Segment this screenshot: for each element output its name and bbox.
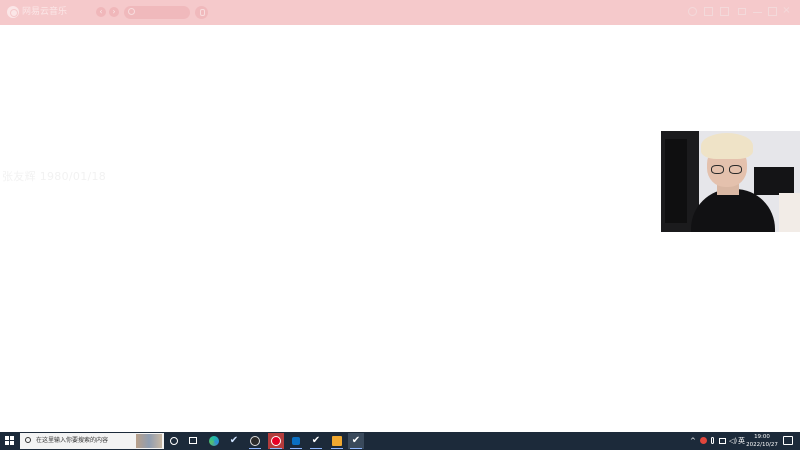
- webcam-bag: [779, 193, 800, 232]
- voice-search-button[interactable]: [195, 6, 208, 19]
- taskbar-search-placeholder: 在这里输入你要搜索的内容: [36, 437, 109, 444]
- network-icon[interactable]: [719, 438, 726, 444]
- search-input[interactable]: [137, 7, 187, 18]
- netease-music-icon: [271, 436, 281, 446]
- webcam-shelf: [754, 167, 794, 195]
- minimize-icon[interactable]: [753, 12, 762, 13]
- search-icon: [128, 8, 135, 15]
- steam-3-icon: ✔: [351, 435, 361, 446]
- close-icon[interactable]: ×: [782, 6, 791, 16]
- volume-icon[interactable]: ◁): [729, 436, 737, 446]
- search-icon: [25, 437, 31, 443]
- tray-overflow-icon[interactable]: ^: [690, 436, 696, 446]
- edge-button[interactable]: [206, 433, 222, 449]
- obs-button[interactable]: [247, 433, 263, 449]
- steam-3-button[interactable]: ✔: [348, 433, 364, 449]
- widgets-button[interactable]: [185, 433, 201, 449]
- task-view-icon: [170, 437, 178, 445]
- steam-button[interactable]: ✔: [226, 433, 242, 449]
- obs-icon: [250, 436, 260, 446]
- blue-app-button[interactable]: [288, 433, 304, 449]
- tray-app-icon[interactable]: [700, 437, 707, 444]
- folder-button[interactable]: [329, 433, 345, 449]
- app-blue-icon: [292, 437, 300, 445]
- steam-2-button[interactable]: ✔: [308, 433, 324, 449]
- clock-date: 2022/10/27: [746, 442, 778, 448]
- mini-mode-icon[interactable]: [738, 8, 746, 15]
- netease-music-button[interactable]: [268, 433, 284, 449]
- task-view-button[interactable]: [166, 433, 182, 449]
- edge-icon: [209, 436, 219, 446]
- app-title: 网易云音乐: [22, 7, 68, 17]
- forward-button[interactable]: ›: [109, 7, 119, 17]
- search-highlight-image: [136, 434, 162, 448]
- skin-icon[interactable]: [704, 7, 713, 16]
- start-button[interactable]: [5, 436, 15, 446]
- webcam-person-body: [691, 189, 775, 232]
- webcam-person-hair: [701, 133, 753, 159]
- app-titlebar: 网易云音乐 ‹ › ×: [0, 0, 800, 25]
- mail-icon[interactable]: [720, 7, 729, 16]
- webcam-person-glasses: [711, 165, 743, 174]
- settings-icon[interactable]: [688, 7, 697, 16]
- notification-center-icon[interactable]: [783, 436, 793, 445]
- steam-2-icon: ✔: [311, 435, 321, 446]
- netease-music-logo-icon[interactable]: [7, 6, 19, 18]
- maximize-icon[interactable]: [768, 7, 777, 16]
- windows-taskbar: 在这里输入你要搜索的内容 ✔ ✔ ✔ ^ ◁) 英 19:00 2022/10/…: [0, 432, 800, 450]
- taskbar-search-box[interactable]: 在这里输入你要搜索的内容: [20, 433, 164, 449]
- steam-icon: ✔: [229, 435, 239, 446]
- webcam-overlay: [661, 131, 800, 232]
- folder-icon: [332, 436, 342, 446]
- webcam-door: [665, 139, 687, 223]
- search-box[interactable]: [124, 6, 190, 19]
- faint-text: 张友辉 1980/01/18: [2, 170, 107, 183]
- widgets-icon: [189, 437, 197, 444]
- taskbar-clock[interactable]: 19:00 2022/10/27: [744, 433, 780, 449]
- clock-time: 19:00: [754, 434, 770, 440]
- microphone-icon[interactable]: [711, 437, 714, 444]
- back-button[interactable]: ‹: [96, 7, 106, 17]
